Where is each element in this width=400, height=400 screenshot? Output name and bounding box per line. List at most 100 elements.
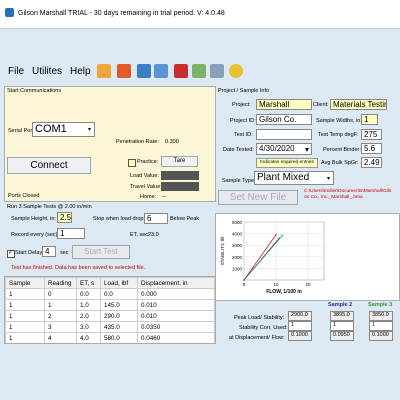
table-cell: 0.000 <box>137 288 215 300</box>
table-cell: 0.010 <box>137 310 215 322</box>
record-every-label: Record every (sec): <box>11 232 59 238</box>
pdf-icon[interactable] <box>174 64 188 78</box>
sample-type-select[interactable]: Plant Mixed ▾ <box>254 171 334 185</box>
serial-port-select[interactable]: COM1 ▾ <box>32 122 95 137</box>
sample-widths-input[interactable]: 1 <box>361 114 378 125</box>
client-label: Client: <box>313 102 329 108</box>
sample-type-value: Plant Mixed <box>257 172 310 183</box>
test-id-label: Test ID: <box>234 132 253 138</box>
required-note: Indicates required entries <box>256 158 318 168</box>
table-cell: 4 <box>44 332 77 343</box>
tools-icon[interactable] <box>117 64 131 78</box>
table-cell: 2 <box>44 310 77 322</box>
stability-corr-sample1[interactable]: 1 <box>288 321 312 331</box>
percent-binder-input[interactable]: 5.6 <box>361 143 382 154</box>
col-header-load: Load, lbf <box>100 277 138 289</box>
tare-button[interactable]: Tare <box>161 156 198 167</box>
table-row[interactable]: 155.0725.00.000 <box>6 344 215 345</box>
record-every-input[interactable]: 1 <box>57 228 85 239</box>
et-sec-label: ET, sec: <box>130 232 150 238</box>
table-row[interactable]: 1 4 4.0 580.0 0.0460 <box>5 332 215 343</box>
menu-file[interactable]: File <box>8 66 24 77</box>
table-cell: 1 <box>5 288 45 300</box>
settings-icon[interactable] <box>210 64 224 78</box>
client-input[interactable]: Materials Testing <box>330 99 387 110</box>
percent-binder-label: Percent Binder: <box>323 147 361 153</box>
travel-value-label: Travel Value: <box>130 184 162 190</box>
y-tick-label: 4000 <box>232 232 243 237</box>
table-cell: 0 <box>44 288 77 300</box>
peak-load-sample3: 3850.0 <box>369 311 393 321</box>
col-header-et: ET, s <box>76 277 101 289</box>
project-input[interactable]: Marshall <box>256 99 312 110</box>
table-row[interactable]: 1 2 2.0 290.0 0.010 <box>5 310 215 322</box>
table-row[interactable]: 1 0 0.0 0.0 0.000 <box>5 288 215 300</box>
start-delay-checkbox[interactable]: ✓ <box>7 250 15 258</box>
table-row[interactable]: 1 1 1.0 145.0 0.010 <box>5 299 215 311</box>
test-temp-input[interactable]: 275 <box>361 129 382 140</box>
run-title: Run 3 Sample Tests @ 2.00 in/min <box>7 204 92 210</box>
serial-port-value: COM1 <box>35 123 67 135</box>
y-axis-label: STABILITY, lbf <box>220 236 225 266</box>
peak-load-sample1: 2900.0 <box>288 311 312 321</box>
menu-utilities[interactable]: Utilites <box>32 66 62 77</box>
new-icon[interactable] <box>97 64 111 78</box>
et-sec-value: 23.0 <box>148 232 159 238</box>
table-cell: 0.0460 <box>137 332 215 343</box>
set-new-file-button[interactable]: Set New File <box>218 190 298 205</box>
table-cell: 2.0 <box>76 310 101 322</box>
menu-help[interactable]: Help <box>70 66 91 77</box>
home-label: Home: <box>140 194 157 200</box>
table-cell: 1 <box>5 332 45 343</box>
table-cell: 0.010 <box>137 299 215 311</box>
date-tested-value: 4/30/2020 <box>259 144 295 153</box>
table-cell: 3.0 <box>76 321 101 333</box>
table-cell: 0.0350 <box>137 321 215 333</box>
chevron-down-icon: ▾ <box>304 145 309 154</box>
start-delay-input[interactable]: 4 <box>42 246 56 257</box>
series-point <box>243 279 245 281</box>
x-tick-label: 20 <box>305 282 311 287</box>
peak-load-label: Peak Load/ Stability: <box>234 315 285 321</box>
table-cell: 1 <box>6 344 45 345</box>
table-cell: 290.0 <box>100 310 138 322</box>
sample-height-input[interactable]: 2.5 <box>57 212 72 223</box>
comm-title: Start Communications <box>7 88 62 94</box>
date-tested-label: Date Tested: <box>223 147 254 153</box>
table-cell: 5.0 <box>77 344 101 345</box>
test-id-input[interactable] <box>256 129 312 140</box>
stop-when-input[interactable]: 6 <box>144 213 168 224</box>
connect-button[interactable]: Connect <box>7 157 91 174</box>
project-id-input[interactable]: Gilson Co. <box>256 114 312 125</box>
series-point <box>275 233 277 236</box>
test-temp-label: Test Temp degF: <box>318 132 359 138</box>
penetration-rate-label: Penetration Rate: <box>116 139 159 145</box>
y-tick-label: 3000 <box>232 243 243 248</box>
table-cell: 1.0 <box>76 299 101 311</box>
table-cell: 580.0 <box>100 332 138 343</box>
save-as-icon[interactable] <box>154 64 168 78</box>
checkmark-icon: ✓ <box>8 250 14 256</box>
date-tested-input[interactable]: 4/30/2020 ▾ <box>256 143 312 155</box>
avg-bulk-input[interactable]: 2.49 <box>361 157 382 168</box>
table-cell: 3 <box>44 321 77 333</box>
project-title: Project / Sample Info <box>218 88 270 94</box>
save-icon[interactable] <box>137 64 151 78</box>
export-icon[interactable] <box>192 64 206 78</box>
travel-value-display <box>161 182 199 191</box>
start-test-button[interactable]: Start Test <box>72 245 130 259</box>
data-table: Sample Reading ET, s Load, lbf Displacem… <box>4 276 216 344</box>
col-header-sample: Sample <box>5 277 45 289</box>
stability-corr-sample3[interactable]: 1 <box>369 321 393 331</box>
displacement-label: at Displacement/ Flow: <box>229 335 285 341</box>
stability-corr-sample2[interactable]: 1 <box>330 321 354 331</box>
help-icon[interactable] <box>229 64 243 78</box>
practice-checkbox[interactable] <box>128 159 136 167</box>
table-cell: 0.0 <box>100 288 138 300</box>
home-value: --- <box>161 194 167 200</box>
chevron-down-icon: ▾ <box>326 176 330 182</box>
col-header-reading: Reading <box>44 277 77 289</box>
table-row[interactable]: 1 3 3.0 435.0 0.0350 <box>5 321 215 333</box>
table-cell: 1 <box>5 321 45 333</box>
stability-corr-label: Stability Corr. Used: <box>239 325 288 331</box>
